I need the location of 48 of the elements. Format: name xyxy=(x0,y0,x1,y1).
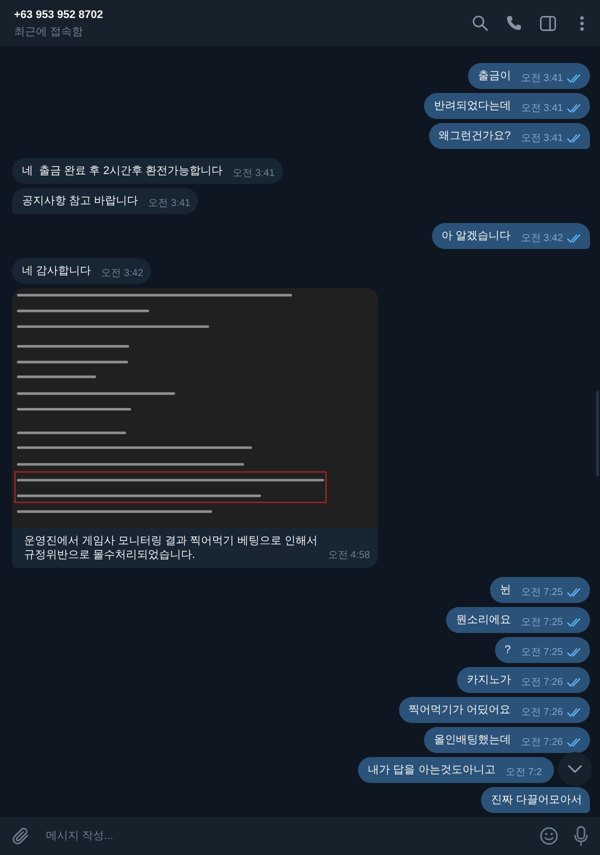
microphone-icon xyxy=(574,826,588,846)
message-text: 출금이 xyxy=(478,68,511,84)
message-text: 네 감사합니다 xyxy=(22,264,92,278)
message-text: 진짜 다끌어모아서 xyxy=(490,792,582,808)
paperclip-icon xyxy=(12,827,30,845)
message-time: 오전 3:41 xyxy=(232,166,275,180)
message-text: 공지사항 참고 바랍니다 xyxy=(22,194,138,208)
message-text: 네 출금 완료 후 2시간후 환전가능합니다 xyxy=(22,164,222,178)
message-time: 오전 3:41 xyxy=(520,132,563,144)
message-time: 오전 3:42 xyxy=(101,266,144,280)
last-seen-status: 최근에 접속함 xyxy=(14,24,84,38)
scroll-down-button[interactable] xyxy=(558,752,592,786)
message-text: 반려되었다는데 xyxy=(434,98,511,114)
message-time: 오전 4:58 xyxy=(328,549,370,562)
message-time: 오전 7:26 xyxy=(520,736,563,748)
emoji-button[interactable] xyxy=(538,825,560,847)
message-time: 오전 7:26 xyxy=(520,676,563,688)
message-text: 카지노가 xyxy=(466,672,511,688)
message-time: 오전 3:42 xyxy=(520,232,563,244)
message-text: 내가 답을 아는것도아니고 xyxy=(368,762,496,778)
scrollbar-thumb[interactable] xyxy=(596,391,599,476)
message-time: 오전 3:41 xyxy=(520,72,563,84)
call-button[interactable] xyxy=(504,13,524,33)
search-button[interactable] xyxy=(470,13,490,33)
message-text: 운영진에서 게임사 모니터링 결과 찍어먹기 베팅으로 인해서 규정위반으로 몰수처리되었습니다. xyxy=(24,534,318,562)
chat-title: +63 953 952 8702 xyxy=(14,8,104,22)
search-icon xyxy=(472,15,488,31)
kebab-menu-icon xyxy=(580,16,584,30)
message-text: 찍어먹기가 어딨어요 xyxy=(408,702,511,718)
message-time: 오전 7:2 xyxy=(505,766,542,778)
message-time: 오전 3:41 xyxy=(520,102,563,114)
message-time: 오전 3:41 xyxy=(148,196,190,210)
sidebar-toggle-button[interactable] xyxy=(538,13,558,33)
message-text: 아 알겠습니다 xyxy=(442,228,511,244)
message-time: 오전 7:25 xyxy=(520,586,563,598)
side-panel-icon xyxy=(540,16,556,30)
message-text: ? xyxy=(504,642,511,658)
message-time: 오전 7:25 xyxy=(520,616,563,628)
phone-icon xyxy=(506,15,522,31)
message-text: 뉜 xyxy=(500,582,511,598)
message-text: 올인배팅했는데 xyxy=(434,732,511,748)
message-time: 오전 7:26 xyxy=(520,706,563,718)
chevron-down-icon xyxy=(568,765,582,773)
message-input[interactable]: 메시지 작성... xyxy=(42,823,528,849)
message-text: 뭔소리에요 xyxy=(456,612,511,628)
message-time: 오전 7:25 xyxy=(520,646,563,658)
smiley-icon xyxy=(540,827,558,845)
message-text: 왜그런건가요? xyxy=(438,128,511,144)
